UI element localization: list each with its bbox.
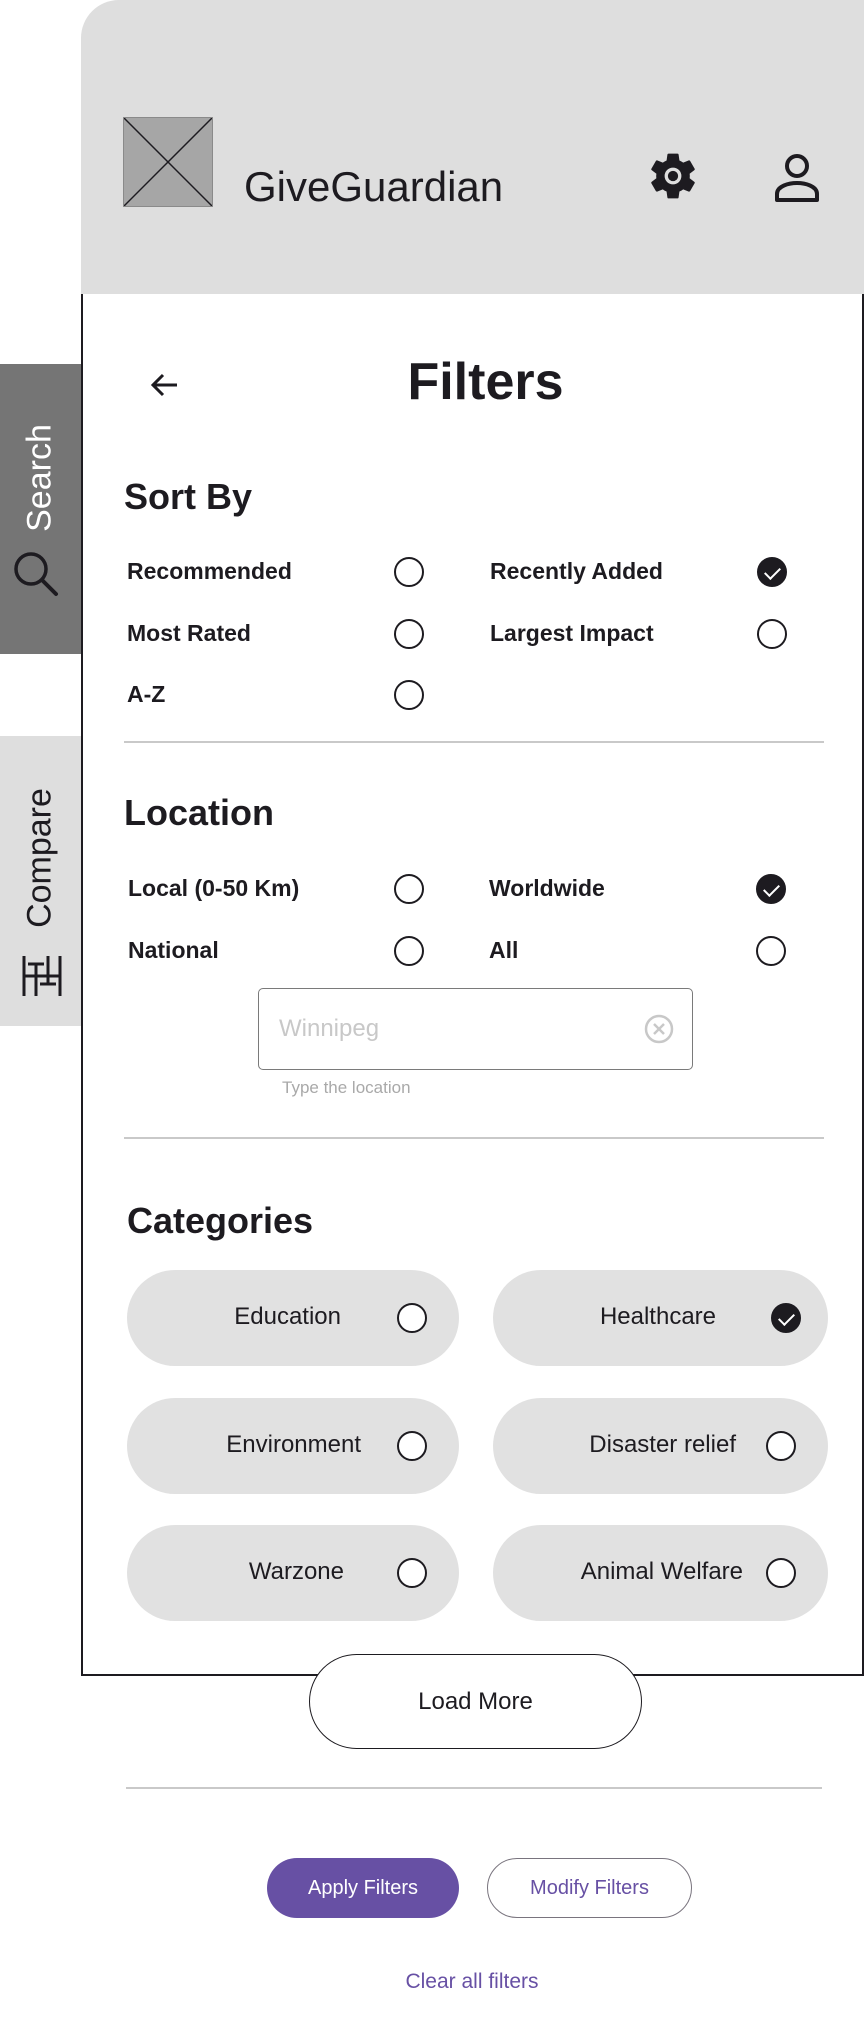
location-heading: Location [124,792,274,833]
load-more-button[interactable]: Load More [309,1654,642,1749]
sort-most-rated-radio[interactable] [394,619,424,649]
circle-x-icon[interactable] [643,1013,675,1045]
location-option-label: All [489,937,519,963]
location-option-label: National [128,937,219,963]
sort-largest-impact-radio[interactable] [757,619,787,649]
gear-icon[interactable] [645,148,701,204]
location-option-label: Local (0-50 Km) [128,875,300,901]
category-chip-label: Environment [226,1431,361,1458]
category-chip-label: Education [234,1303,341,1330]
category-chip-label: Warzone [248,1558,344,1585]
category-chip-label: Healthcare [599,1303,716,1330]
sort-recommended-radio[interactable] [394,557,424,587]
location-option-label: Worldwide [489,875,605,901]
sort-a-z-radio[interactable] [394,680,424,710]
location-input[interactable] [279,1009,609,1049]
person-icon[interactable] [773,152,821,204]
sort-option-label: Largest Impact [490,620,654,646]
app-title: GiveGuardian [244,163,504,210]
sort-recently-added-radio[interactable] [757,557,787,587]
sort-option-label: A-Z [127,681,166,707]
category-chip-label: Disaster relief [589,1431,736,1458]
category-chip-label: Animal Welfare [580,1558,743,1585]
page-title: Filters [407,353,564,411]
location-local-radio[interactable] [394,874,424,904]
location-help-text: Type the location [282,1078,411,1097]
modify-filters-button[interactable]: Modify Filters [487,1858,692,1918]
category-chip-environment[interactable]: Environment [127,1398,459,1494]
category-radio[interactable] [766,1558,796,1588]
search-tab-label: Search [20,424,59,532]
image-placeholder-icon [123,117,213,207]
sort-by-heading: Sort By [124,476,253,517]
search-tab[interactable]: Search [0,364,81,654]
category-radio[interactable] [397,1431,427,1461]
location-input-box [258,988,693,1070]
compare-tab-label: Compare [20,788,59,928]
location-all-radio[interactable] [756,936,786,966]
section-divider [126,1787,822,1789]
category-chip-disaster-relief[interactable]: Disaster relief [493,1398,828,1494]
category-chip-healthcare[interactable]: Healthcare [493,1270,828,1366]
category-radio[interactable] [771,1303,801,1333]
category-radio[interactable] [397,1558,427,1588]
sort-option-label: Recently Added [490,558,663,584]
category-chip-animal-welfare[interactable]: Animal Welfare [493,1525,828,1621]
category-chip-warzone[interactable]: Warzone [127,1525,459,1621]
category-radio[interactable] [766,1431,796,1461]
category-chip-education[interactable]: Education [127,1270,459,1366]
category-radio[interactable] [397,1303,427,1333]
filters-panel: Filters Sort By Recommended Recently Add… [81,294,864,1676]
location-worldwide-radio[interactable] [756,874,786,904]
compare-sliders-icon [20,954,64,998]
section-divider [124,1137,824,1139]
section-divider [124,741,824,743]
sort-option-label: Most Rated [127,620,251,646]
apply-filters-button[interactable]: Apply Filters [267,1858,459,1918]
location-national-radio[interactable] [394,936,424,966]
compare-tab[interactable]: Compare [0,736,81,1026]
search-icon [10,548,60,598]
sort-option-label: Recommended [127,558,292,584]
clear-all-filters-link[interactable]: Clear all filters [372,1970,572,1994]
app-header: GiveGuardian [81,0,864,294]
categories-heading: Categories [127,1200,314,1241]
